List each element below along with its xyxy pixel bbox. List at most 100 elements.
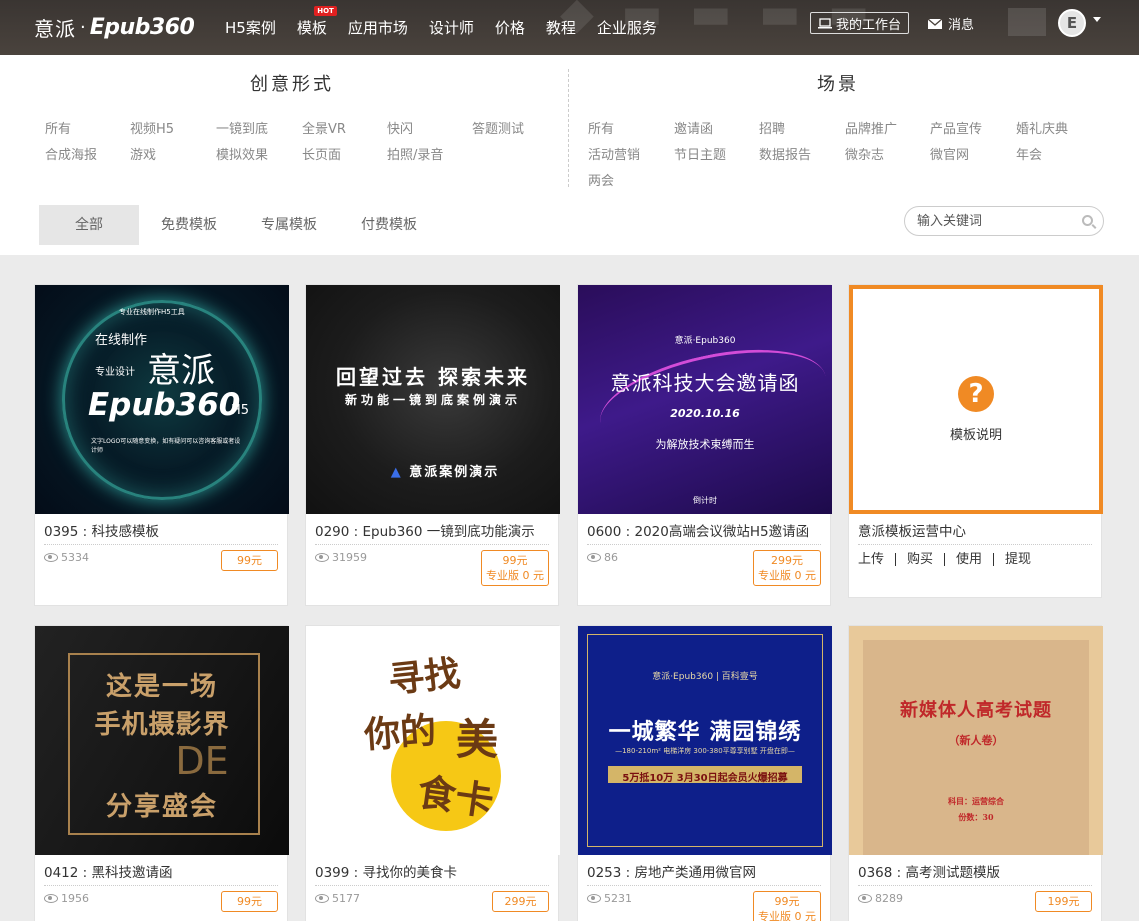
template-title[interactable]: 0600 : 2020高端会议微站H5邀请函 bbox=[587, 520, 821, 545]
thumb-text: 手机摄影界 bbox=[94, 710, 230, 740]
tab-exclusive[interactable]: 专属模板 bbox=[239, 205, 339, 245]
nav-app-market[interactable]: 应用市场 bbox=[348, 17, 408, 38]
scene-option[interactable]: 年会 bbox=[1016, 144, 1042, 163]
template-card[interactable]: 这是一场 手机摄影界 DE 分享盛会 0412 : 黑科技邀请函 1956 99… bbox=[34, 625, 289, 921]
form-option[interactable]: 全景VR bbox=[302, 118, 346, 137]
form-option[interactable]: 所有 bbox=[45, 118, 71, 137]
view-count-value: 86 bbox=[604, 551, 618, 564]
thumb-text: DE bbox=[175, 739, 229, 783]
scene-option[interactable]: 微杂志 bbox=[845, 144, 884, 163]
nav-enterprise[interactable]: 企业服务 bbox=[597, 17, 657, 38]
view-count-value: 8289 bbox=[875, 892, 903, 905]
thumb-text: 为解放技术束缚而生 bbox=[655, 438, 755, 451]
thumb-text: Epub360 bbox=[88, 387, 241, 423]
template-thumbnail[interactable]: 意派·Epub360 意派科技大会邀请函 2020.10.16 为解放技术束缚而… bbox=[578, 285, 832, 514]
view-count: 86 bbox=[587, 551, 618, 564]
scene-option[interactable]: 品牌推广 bbox=[845, 118, 897, 137]
price-tag[interactable]: 99元 bbox=[221, 550, 278, 571]
template-thumbnail[interactable]: 专业在线制作H5工具 在线制作 专业设计 意派 Epub360 H5 文字LOG… bbox=[35, 285, 289, 514]
nav-templates[interactable]: 模板 HOT bbox=[297, 6, 337, 38]
scene-option[interactable]: 婚礼庆典 bbox=[1016, 118, 1068, 137]
template-help-panel[interactable]: ? 模板说明 bbox=[849, 285, 1103, 514]
nav-designers[interactable]: 设计师 bbox=[429, 17, 474, 38]
template-thumbnail[interactable]: 新媒体人高考试题 （新人卷） 科目：运营综合 份数：30 bbox=[849, 626, 1103, 855]
tab-all[interactable]: 全部 bbox=[39, 205, 139, 245]
form-option[interactable]: 一镜到底 bbox=[216, 118, 268, 137]
search-input[interactable] bbox=[917, 207, 1077, 235]
template-title[interactable]: 0253 : 房地产类通用微官网 bbox=[587, 861, 821, 886]
scene-option[interactable]: 产品宣传 bbox=[930, 118, 982, 137]
template-thumbnail[interactable]: 意派·Epub360 | 百科壹号 一城繁华 满园锦绣 —180-210m² 电… bbox=[578, 626, 832, 855]
form-option[interactable]: 快闪 bbox=[387, 118, 413, 137]
template-title[interactable]: 0412 : 黑科技邀请函 bbox=[44, 861, 278, 886]
form-option[interactable]: 拍照/录音 bbox=[387, 144, 443, 163]
scene-option[interactable]: 节日主题 bbox=[674, 144, 726, 163]
messages-link[interactable]: 消息 bbox=[928, 14, 974, 33]
use-link[interactable]: 使用 bbox=[944, 553, 993, 566]
price-tag[interactable]: 99元 bbox=[221, 891, 278, 912]
scene-option[interactable]: 数据报告 bbox=[759, 144, 811, 163]
template-card[interactable]: 意派·Epub360 意派科技大会邀请函 2020.10.16 为解放技术束缚而… bbox=[577, 284, 832, 606]
operation-links: 上传 购买 使用 提现 bbox=[858, 553, 1042, 566]
template-card[interactable]: 新媒体人高考试题 （新人卷） 科目：运营综合 份数：30 0368 : 高考测试… bbox=[848, 625, 1103, 921]
template-card[interactable]: 意派·Epub360 | 百科壹号 一城繁华 满园锦绣 —180-210m² 电… bbox=[577, 625, 832, 921]
scene-option[interactable]: 微官网 bbox=[930, 144, 969, 163]
avatar[interactable]: E bbox=[1058, 9, 1086, 37]
template-title[interactable]: 0399 : 寻找你的美食卡 bbox=[315, 861, 549, 886]
filter-panel: 创意形式 场景 所有 视频H5 一镜到底 全景VR 快闪 答题测试 合成海报 游… bbox=[0, 55, 1139, 255]
scene-filter-title: 场景 bbox=[817, 74, 859, 95]
workbench-button[interactable]: 我的工作台 bbox=[810, 12, 910, 34]
tab-paid[interactable]: 付费模板 bbox=[339, 205, 439, 245]
template-thumbnail[interactable]: 这是一场 手机摄影界 DE 分享盛会 bbox=[35, 626, 289, 855]
template-title[interactable]: 意派模板运营中心 bbox=[858, 520, 1092, 545]
nav-pricing[interactable]: 价格 bbox=[495, 17, 525, 38]
laptop-icon bbox=[818, 17, 832, 28]
hot-badge: HOT bbox=[314, 6, 337, 16]
thumb-text: 新媒体人高考试题 bbox=[900, 700, 1052, 721]
form-option[interactable]: 模拟效果 bbox=[216, 144, 268, 163]
banner-button[interactable] bbox=[1008, 8, 1046, 36]
template-card[interactable]: 回望过去 探索未来 新功能一镜到底案例演示 ▲ 意派案例演示 0290 : Ep… bbox=[305, 284, 560, 606]
scene-option[interactable]: 所有 bbox=[588, 118, 614, 137]
template-thumbnail[interactable]: 寻找 你的 美 食卡 bbox=[306, 626, 560, 855]
logo[interactable]: 意派 · Epub360 bbox=[34, 10, 195, 44]
price-tag[interactable]: 199元 bbox=[1035, 891, 1092, 912]
thumb-text: 倒计时 bbox=[693, 496, 717, 505]
scene-option[interactable]: 两会 bbox=[588, 170, 614, 189]
thumb-text: 新功能一镜到底案例演示 bbox=[344, 393, 521, 407]
form-option[interactable]: 游戏 bbox=[130, 144, 156, 163]
search-icon[interactable] bbox=[1082, 215, 1093, 226]
form-option[interactable]: 合成海报 bbox=[45, 144, 97, 163]
logo-cn: 意派 bbox=[34, 16, 76, 41]
template-card[interactable]: 专业在线制作H5工具 在线制作 专业设计 意派 Epub360 H5 文字LOG… bbox=[34, 284, 289, 606]
top-nav-bar: ◆ ▬ ▬ ▬ ▬ 意派 · Epub360 H5案例 模板 HOT 应用市场 设… bbox=[0, 0, 1139, 55]
template-thumbnail[interactable]: 回望过去 探索未来 新功能一镜到底案例演示 ▲ 意派案例演示 bbox=[306, 285, 560, 514]
template-title[interactable]: 0368 : 高考测试题模版 bbox=[858, 861, 1092, 886]
scene-option[interactable]: 招聘 bbox=[759, 118, 785, 137]
template-help-card[interactable]: ? 模板说明 意派模板运营中心 上传 购买 使用 提现 bbox=[848, 284, 1103, 598]
nav-h5-cases[interactable]: H5案例 bbox=[225, 17, 276, 38]
price-tag[interactable]: 99元 专业版 0 元 bbox=[753, 891, 821, 921]
help-label: 模板说明 bbox=[949, 428, 1002, 443]
withdraw-link[interactable]: 提现 bbox=[993, 553, 1042, 566]
chevron-down-icon[interactable] bbox=[1093, 17, 1101, 22]
scene-option[interactable]: 邀请函 bbox=[674, 118, 713, 137]
form-option[interactable]: 视频H5 bbox=[130, 118, 174, 137]
form-option[interactable]: 答题测试 bbox=[472, 118, 524, 137]
thumb-text: 专业在线制作H5工具 bbox=[119, 308, 185, 316]
template-title[interactable]: 0395 : 科技感模板 bbox=[44, 520, 278, 545]
scene-option[interactable]: 活动营销 bbox=[588, 144, 640, 163]
price-tag[interactable]: 299元 专业版 0 元 bbox=[753, 550, 821, 586]
price-value: 99元 bbox=[502, 554, 528, 567]
form-option[interactable]: 长页面 bbox=[302, 144, 341, 163]
price-tag[interactable]: 299元 bbox=[492, 891, 549, 912]
tab-free[interactable]: 免费模板 bbox=[139, 205, 239, 245]
upload-link[interactable]: 上传 bbox=[858, 553, 895, 566]
template-card[interactable]: 寻找 你的 美 食卡 0399 : 寻找你的美食卡 5177 299元 bbox=[305, 625, 560, 921]
search-box bbox=[904, 206, 1104, 236]
thumb-text: 文字LOGO可以随意变换，如有疑问可以咨询客服或者设计师 bbox=[91, 438, 241, 454]
nav-tutorials[interactable]: 教程 bbox=[546, 17, 576, 38]
price-tag[interactable]: 99元 专业版 0 元 bbox=[481, 550, 549, 586]
buy-link[interactable]: 购买 bbox=[895, 553, 944, 566]
template-title[interactable]: 0290 : Epub360 一镜到底功能演示 bbox=[315, 520, 549, 545]
